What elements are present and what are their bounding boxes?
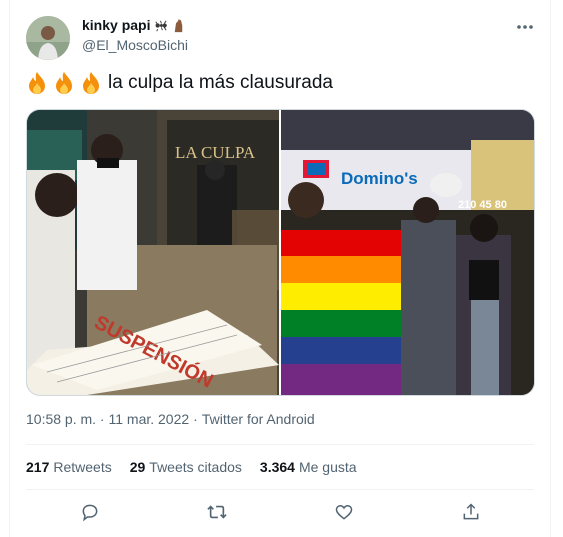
reply-icon[interactable] (78, 500, 102, 524)
likes-count: 3.364 (259, 459, 295, 475)
tweet-client[interactable]: Twitter for Android (202, 411, 315, 427)
tweet-actions (26, 500, 534, 524)
tweet-meta: 10:58 p. m. · 11 mar. 2022 · Twitter for… (26, 411, 315, 427)
phone-number-sign: 210 45 80 (458, 199, 507, 211)
author-handle[interactable]: @El_MoscoBichi (82, 37, 188, 53)
tweet-timestamp[interactable]: 10:58 p. m. · 11 mar. 2022 (26, 411, 189, 427)
likes-stat[interactable]: 3.364 Me gusta (260, 459, 357, 475)
author-name[interactable]: kinky papi (82, 17, 186, 33)
retweet-icon[interactable] (205, 500, 229, 524)
fire-icon (56, 72, 72, 94)
ant-icon (155, 20, 168, 31)
dominos-sign: Domino's (341, 169, 418, 188)
quotes-count: 29 (129, 459, 146, 475)
divider (26, 489, 534, 490)
tweet-text: la culpa la más clausurada (26, 71, 333, 95)
pinched-fingers-icon (175, 18, 183, 32)
fire-icon (29, 72, 45, 94)
retweets-count: 217 (26, 459, 50, 475)
photo-closure[interactable]: LA CULPA SUSPENSIÓN (27, 110, 279, 395)
like-icon[interactable] (332, 500, 356, 524)
author-display-name[interactable]: kinky papi (82, 17, 150, 33)
likes-label: Me gusta (298, 459, 357, 475)
divider (26, 444, 534, 445)
fire-emojis (26, 71, 102, 95)
tweet-body: la culpa la más clausurada (108, 72, 333, 93)
photo-protest[interactable]: Domino's 210 45 80 (281, 110, 534, 395)
la-culpa-sign: LA CULPA (175, 143, 256, 162)
quotes-label: Tweets citados (149, 459, 242, 475)
quotes-stat[interactable]: 29 Tweets citados (130, 459, 242, 475)
share-icon[interactable] (459, 500, 483, 524)
fire-icon (83, 72, 99, 94)
tweet-stats: 217 Retweets 29 Tweets citados 3.364 Me … (26, 459, 357, 475)
tweet-card: kinky papi @El_MoscoBichi la culpa la má… (9, 0, 551, 537)
avatar[interactable] (26, 16, 70, 60)
tweet-media: LA CULPA SUSPENSIÓN Domino's 210 45 80 (26, 109, 535, 396)
more-options-icon[interactable] (514, 16, 536, 38)
retweets-label: Retweets (53, 459, 112, 475)
retweets-stat[interactable]: 217 Retweets (26, 459, 112, 475)
meta-separator: · (193, 411, 198, 427)
